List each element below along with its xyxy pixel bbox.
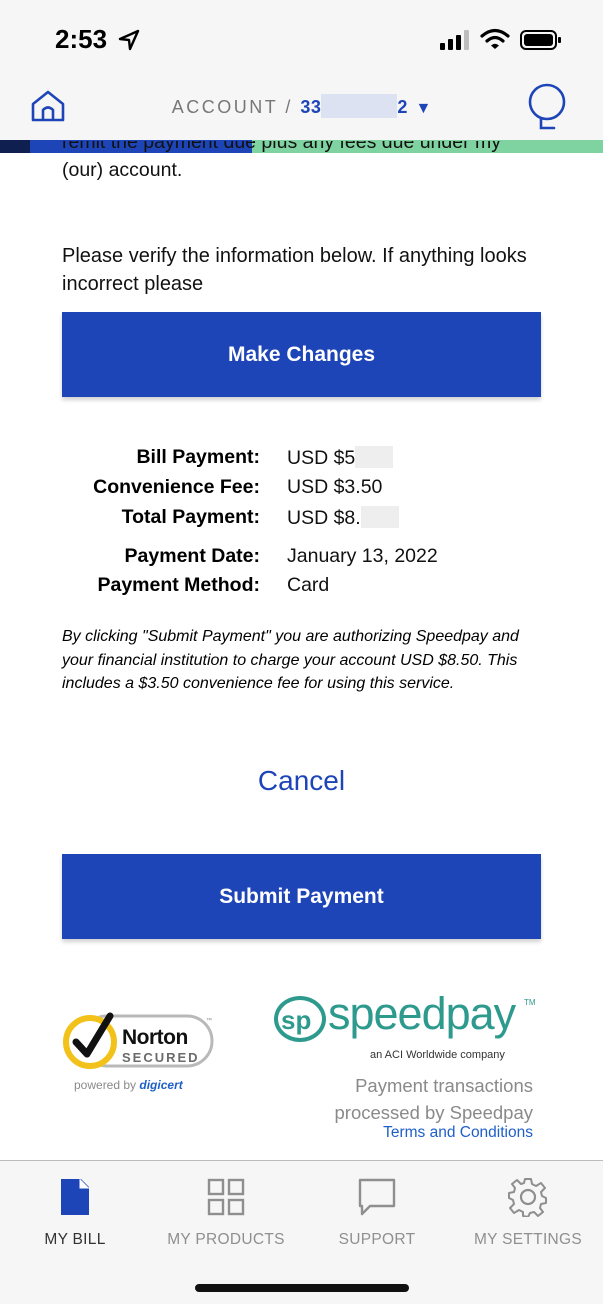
nav-my-settings[interactable]: MY SETTINGS xyxy=(453,1177,603,1257)
nav-label: MY BILL xyxy=(44,1231,106,1248)
svg-text:sp: sp xyxy=(281,1005,311,1035)
gear-icon xyxy=(508,1178,547,1217)
account-number-mask xyxy=(321,94,398,118)
nav-my-bill[interactable]: MY BILL xyxy=(0,1177,150,1257)
make-changes-button[interactable]: Make Changes xyxy=(62,312,541,397)
progress-segment-1 xyxy=(0,140,30,153)
authorization-text-line2: (our) account. xyxy=(62,159,183,181)
bill-payment-label: Bill Payment: xyxy=(136,446,260,468)
battery-icon xyxy=(520,30,561,50)
speech-bubble-icon xyxy=(358,1178,396,1216)
bill-payment-value: USD $5 xyxy=(287,446,394,470)
submit-payment-button[interactable]: Submit Payment xyxy=(62,854,541,939)
authorization-disclaimer: By clicking "Submit Payment" you are aut… xyxy=(62,628,519,692)
processed-line2: processed by Speedpay xyxy=(334,1102,534,1123)
account-selector[interactable]: ACCOUNT / 33 2 ▼ xyxy=(0,94,603,118)
account-number-start: 33 xyxy=(300,97,322,117)
nav-label: MY SETTINGS xyxy=(473,1231,583,1248)
speedpay-tagline: an ACI Worldwide company xyxy=(370,1049,505,1061)
speedpay-mark-icon: sp xyxy=(274,996,326,1042)
authorization-text-partial: remit the payment due plus any fees due … xyxy=(62,141,542,201)
payment-date-label: Payment Date: xyxy=(124,545,260,567)
redacted-mask xyxy=(355,446,394,468)
authorization-text-line1: remit the payment due plus any fees due … xyxy=(62,141,501,153)
processed-line1: Payment transactions xyxy=(355,1075,533,1096)
payment-date-row: Payment Date: January 13, 2022 xyxy=(0,545,603,574)
speedpay-tm: TM xyxy=(524,998,536,1007)
norton-secured-text: SECURED xyxy=(122,1050,200,1065)
payment-method-value: Card xyxy=(287,574,330,596)
total-payment-amount: USD $8. xyxy=(287,507,361,529)
nav-label: MY PRODUCTS xyxy=(167,1231,285,1248)
processed-by-text: Payment transactions processed by Speedp… xyxy=(233,1072,534,1126)
speedpay-wordmark: speedpay xyxy=(328,988,516,1039)
speedpay-logo: sp speedpay TM an ACI Worldwide company xyxy=(270,988,540,1062)
payment-method-label: Payment Method: xyxy=(97,574,260,596)
status-time: 2:53 xyxy=(55,24,108,54)
redacted-mask xyxy=(360,506,399,528)
top-bar: 2:53 ACCOUNT / 33 2 ▼ xyxy=(0,0,603,140)
total-payment-value: USD $8. xyxy=(287,506,399,530)
chevron-down-icon: ▼ xyxy=(415,100,432,117)
account-number-end: 2 xyxy=(397,97,408,117)
home-indicator[interactable] xyxy=(195,1284,409,1292)
account-prefix: ACCOUNT / xyxy=(171,97,293,117)
location-arrow-icon xyxy=(118,29,140,51)
cancel-link[interactable]: Cancel xyxy=(0,765,603,797)
wifi-icon xyxy=(480,28,510,49)
nav-support[interactable]: SUPPORT xyxy=(302,1177,452,1257)
svg-text:™: ™ xyxy=(206,1017,212,1024)
bill-payment-amount: USD $5 xyxy=(287,447,356,469)
payment-date-value: January 13, 2022 xyxy=(287,545,438,567)
digicert-logo: digicert xyxy=(139,1078,183,1092)
convenience-fee-label: Convenience Fee: xyxy=(93,476,260,498)
convenience-fee-value: USD $3.50 xyxy=(287,476,383,498)
norton-name: Norton xyxy=(122,1026,188,1049)
bottom-nav: MY BILL MY PRODUCTS SUPPORT MY SETTINGS xyxy=(0,1160,603,1304)
norton-powered-by: powered by digicert xyxy=(74,1078,183,1092)
nav-my-products[interactable]: MY PRODUCTS xyxy=(151,1177,301,1257)
terms-and-conditions-link[interactable]: Terms and Conditions xyxy=(383,1124,533,1142)
payment-method-row: Payment Method: Card xyxy=(0,574,603,603)
powered-by-text: powered by xyxy=(74,1078,137,1092)
grid-icon xyxy=(207,1178,245,1216)
nav-label: SUPPORT xyxy=(338,1231,416,1248)
total-payment-label: Total Payment: xyxy=(121,506,260,528)
verify-instructions: Please verify the information below. If … xyxy=(62,245,527,295)
norton-secured-badge[interactable]: ™ Norton SECURED powered by digicert xyxy=(60,1010,220,1100)
total-payment-row: Total Payment: USD $8. xyxy=(0,506,603,535)
cellular-signal-icon xyxy=(440,30,469,50)
convenience-fee-row: Convenience Fee: USD $3.50 xyxy=(0,476,603,505)
bill-payment-row: Bill Payment: USD $5 xyxy=(0,446,603,475)
document-icon xyxy=(61,1179,89,1215)
chat-bubble-icon[interactable] xyxy=(524,82,570,134)
